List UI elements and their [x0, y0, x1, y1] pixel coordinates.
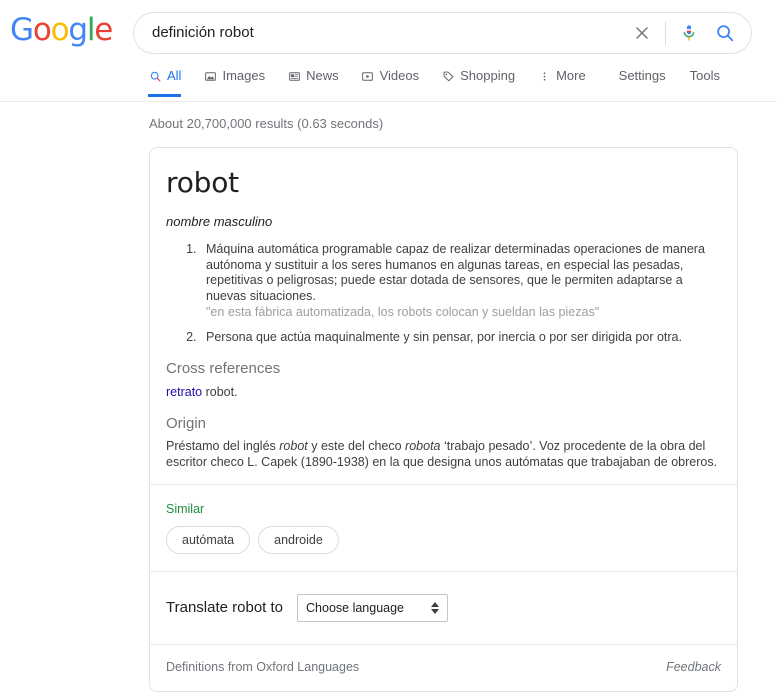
clear-search-button[interactable]: [624, 12, 660, 54]
definition-item-1: Máquina automática programable capaz de …: [200, 242, 721, 321]
cross-reference-trailing: robot.: [202, 385, 238, 399]
tab-news[interactable]: News: [276, 68, 350, 97]
settings-button[interactable]: Settings: [607, 68, 678, 84]
logo-letter-o1: o: [32, 12, 52, 48]
origin-italic-2: robota: [405, 439, 441, 453]
tab-shopping-label: Shopping: [460, 68, 516, 83]
dictionary-knowledge-panel: robot nombre masculino Máquina automátic…: [149, 147, 738, 692]
tools-button[interactable]: Tools: [678, 68, 732, 84]
tab-all-label: All: [167, 68, 182, 83]
newspaper-icon: [287, 69, 301, 83]
search-input-wrapper: [134, 24, 624, 42]
origin-italic-1: robot: [279, 439, 308, 453]
magnifier-icon: [717, 25, 734, 42]
play-box-icon: [361, 69, 375, 83]
search-tabs-list: All Images News Videos Shopping More: [144, 68, 597, 97]
definition-list: Máquina automática programable capaz de …: [166, 242, 721, 345]
google-logo[interactable]: Google: [10, 12, 113, 48]
origin-title: Origin: [166, 415, 207, 432]
tab-images-label: Images: [222, 68, 266, 83]
cross-reference-link[interactable]: retrato: [166, 385, 202, 399]
tab-more-label: More: [556, 68, 586, 83]
logo-letter-g2: g: [68, 12, 88, 48]
definition-item-2: Persona que actúa maquinalmente y sin pe…: [200, 330, 721, 346]
cross-references-title: Cross references: [166, 360, 281, 377]
translate-section: Translate robot to Choose language: [150, 572, 737, 644]
definition-text-2: Persona que actúa maquinalmente y sin pe…: [206, 329, 682, 344]
tab-videos[interactable]: Videos: [350, 68, 431, 97]
image-icon: [203, 69, 217, 83]
language-select[interactable]: Choose language: [297, 594, 449, 622]
headword: robot: [166, 166, 239, 199]
tab-more[interactable]: More: [526, 68, 597, 97]
logo-letter-l: l: [86, 12, 96, 48]
result-stats: About 20,700,000 results (0.63 seconds): [149, 116, 384, 131]
similar-chip-list: autómata androide: [166, 526, 721, 571]
more-vertical-icon: [537, 69, 551, 83]
definitions-source: Definitions from Oxford Languages: [166, 660, 360, 674]
search-bar[interactable]: [133, 12, 752, 54]
chevron-up-icon: [431, 602, 440, 607]
similar-chip-androide[interactable]: androide: [258, 526, 339, 554]
similar-chip-automata[interactable]: autómata: [166, 526, 251, 554]
tab-videos-label: Videos: [379, 68, 420, 83]
tab-all[interactable]: All: [144, 68, 192, 97]
magnifier-icon: [148, 69, 162, 83]
language-select-value: Choose language: [306, 601, 405, 615]
search-header: Google definición robot All Images News …: [0, 0, 777, 102]
origin-part-2: y este del checo: [307, 439, 406, 453]
tab-images[interactable]: Images: [192, 68, 276, 97]
search-bar-divider: [665, 21, 666, 45]
panel-footer: Definitions from Oxford Languages Feedba…: [150, 645, 737, 691]
select-stepper-icon: [431, 602, 440, 614]
definition-text-1: Máquina automática programable capaz de …: [206, 242, 705, 303]
logo-letter-g1: G: [10, 12, 34, 48]
search-tools-group: Settings Tools: [607, 68, 732, 97]
cross-references-body: retrato robot.: [166, 384, 721, 400]
similar-title: Similar: [166, 502, 205, 516]
microphone-icon: [683, 25, 695, 41]
logo-letter-o2: o: [50, 12, 70, 48]
feedback-link[interactable]: Feedback: [666, 659, 721, 675]
definition-section: robot nombre masculino Máquina automátic…: [150, 148, 737, 484]
tab-news-label: News: [306, 68, 339, 83]
translate-label: Translate robot to: [166, 599, 284, 616]
search-input[interactable]: [152, 24, 624, 41]
translate-row: Translate robot to Choose language: [166, 572, 721, 644]
close-icon: [636, 27, 648, 39]
origin-part-1: Préstamo del inglés: [166, 439, 280, 453]
price-tag-icon: [441, 69, 455, 83]
part-of-speech: nombre masculino: [166, 214, 273, 229]
logo-letter-e: e: [94, 12, 113, 48]
search-submit-button[interactable]: [707, 12, 743, 54]
similar-section: Similar autómata androide: [150, 485, 737, 571]
definition-example-1: "en esta fábrica automatizada, los robot…: [206, 305, 600, 319]
tab-shopping[interactable]: Shopping: [430, 68, 526, 97]
search-tabs-nav: All Images News Videos Shopping More Set…: [0, 68, 777, 102]
voice-search-button[interactable]: [671, 12, 707, 54]
origin-body: Préstamo del inglés robot y este del che…: [166, 439, 721, 484]
